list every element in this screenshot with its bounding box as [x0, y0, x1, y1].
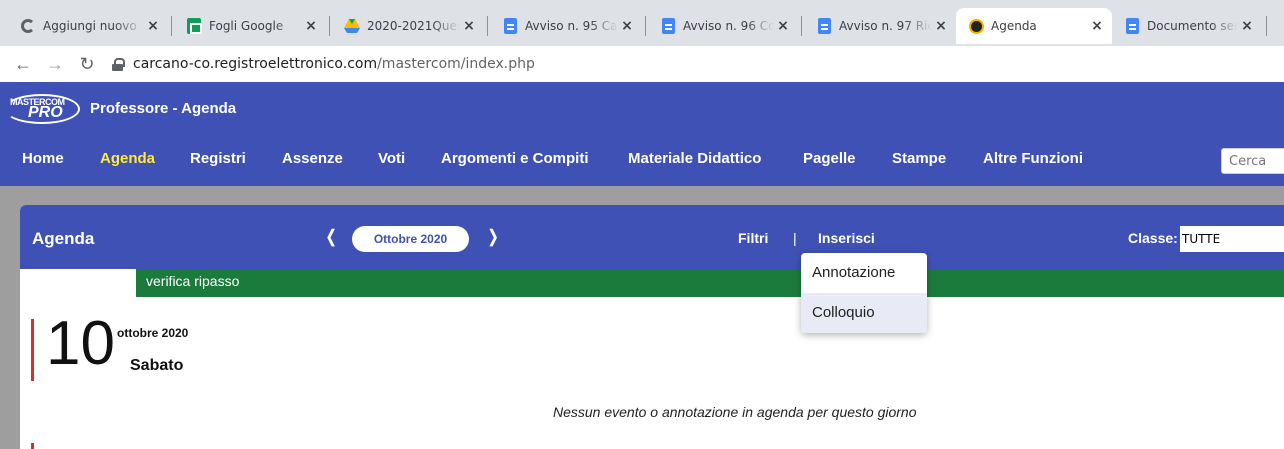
close-tab-icon[interactable]: ×: [618, 18, 636, 34]
menu-item-colloquio[interactable]: Colloquio: [801, 293, 927, 333]
address-bar[interactable]: carcano-co.registroelettronico.com/maste…: [133, 56, 535, 72]
next-month-icon[interactable]: ❭: [486, 227, 500, 247]
tab-separator: [801, 16, 802, 36]
tab-title: Avviso n. 95 Cale: [525, 19, 618, 33]
empty-day-message: Nessun evento o annotazione in agenda pe…: [553, 404, 917, 420]
forward-arrow-icon[interactable]: →: [42, 54, 68, 75]
nav-voti[interactable]: Voti: [378, 150, 405, 167]
tab-separator: [171, 16, 172, 36]
browser-tab-aggiungi[interactable]: Aggiungi nuovo ×: [8, 8, 168, 44]
url-path: /mastercom/index.php: [377, 56, 535, 72]
close-tab-icon[interactable]: ×: [774, 18, 792, 34]
lock-icon[interactable]: [112, 57, 125, 71]
close-tab-icon[interactable]: ×: [932, 18, 950, 34]
close-tab-icon[interactable]: ×: [144, 18, 162, 34]
browser-tab-fogli-google[interactable]: Fogli Google ×: [174, 8, 326, 44]
day-name: Sabato: [130, 357, 184, 374]
agenda-card: Agenda ❬ Ottobre 2020 ❭ Filtri | Inseris…: [20, 205, 1284, 449]
browser-toolbar: ← → ↻ carcano-co.registroelettronico.com…: [0, 46, 1284, 82]
nav-agenda[interactable]: Agenda: [100, 150, 155, 167]
browser-tab-agenda[interactable]: Agenda ×: [956, 8, 1112, 44]
menu-item-annotazione[interactable]: Annotazione: [801, 253, 927, 293]
event-verifica-ripasso[interactable]: verifica ripasso: [136, 269, 1284, 297]
mastercom-icon: [968, 18, 984, 34]
back-arrow-icon[interactable]: ←: [10, 54, 36, 75]
mastercom-logo[interactable]: MASTERCOM PRO: [4, 94, 80, 124]
browser-tab-avviso-95[interactable]: Avviso n. 95 Cale ×: [490, 8, 642, 44]
google-docs-icon: [1124, 18, 1140, 34]
nav-argomenti-compiti[interactable]: Argomenti e Compiti: [441, 150, 589, 167]
nav-materiale-didattico[interactable]: Materiale Didattico: [628, 150, 761, 167]
tab-separator: [1266, 16, 1267, 36]
class-select[interactable]: TUTTE: [1180, 226, 1284, 252]
close-tab-icon[interactable]: ×: [1238, 18, 1256, 34]
insert-dropdown-menu: Annotazione Colloquio: [801, 253, 927, 333]
tab-separator: [487, 16, 488, 36]
close-tab-icon[interactable]: ×: [1088, 18, 1106, 34]
tab-separator: [329, 16, 330, 36]
google-docs-icon: [502, 18, 518, 34]
google-docs-icon: [816, 18, 832, 34]
url-host: carcano-co.registroelettronico.com: [133, 56, 378, 72]
nav-stampe[interactable]: Stampe: [892, 150, 946, 167]
month-selector[interactable]: Ottobre 2020: [352, 226, 469, 252]
nav-pagelle[interactable]: Pagelle: [803, 150, 856, 167]
nav-home[interactable]: Home: [22, 150, 64, 167]
tab-title: Agenda: [991, 19, 1037, 33]
nav-assenze[interactable]: Assenze: [282, 150, 343, 167]
close-tab-icon[interactable]: ×: [302, 18, 320, 34]
browser-tab-avviso-97[interactable]: Avviso n. 97 Rice ×: [804, 8, 956, 44]
agenda-toolbar: Agenda ❬ Ottobre 2020 ❭ Filtri | Inseris…: [20, 205, 1284, 269]
agenda-title: Agenda: [32, 229, 95, 248]
tab-title: Fogli Google: [209, 19, 284, 33]
google-sheets-icon: [186, 18, 202, 34]
day-month: ottobre 2020: [117, 326, 189, 340]
tab-title: Documento senz: [1147, 19, 1238, 33]
tab-title: 2020-2021Quest: [367, 19, 460, 33]
reload-icon[interactable]: ↻: [74, 54, 100, 75]
close-tab-icon[interactable]: ×: [460, 18, 478, 34]
app-header: MASTERCOM PRO Professore - Agenda Home A…: [0, 82, 1284, 186]
search-input[interactable]: Cerca: [1221, 148, 1284, 174]
toolbar-separator: |: [793, 230, 797, 246]
browser-tab-strip: Aggiungi nuovo × Fogli Google × 2020-202…: [0, 0, 1284, 46]
nav-altre-funzioni[interactable]: Altre Funzioni: [983, 150, 1083, 167]
insert-button[interactable]: Inserisci: [818, 230, 875, 246]
day-number: 10: [46, 309, 115, 378]
nav-registri[interactable]: Registri: [190, 150, 246, 167]
filters-button[interactable]: Filtri: [738, 230, 768, 246]
day-marker: [31, 443, 34, 449]
google-drive-icon: [344, 18, 360, 34]
tab-separator: [645, 16, 646, 36]
browser-tab-questionario[interactable]: 2020-2021Quest ×: [332, 8, 484, 44]
tab-title: Avviso n. 97 Rice: [839, 19, 932, 33]
google-docs-icon: [660, 18, 676, 34]
tab-title: Avviso n. 96 Con: [683, 19, 774, 33]
tab-title: Aggiungi nuovo: [43, 19, 137, 33]
loading-icon: [20, 18, 36, 34]
browser-tab-avviso-96[interactable]: Avviso n. 96 Con ×: [648, 8, 798, 44]
day-marker: [31, 319, 34, 381]
prev-month-icon[interactable]: ❬: [324, 227, 338, 247]
browser-tab-documento[interactable]: Documento senz ×: [1112, 8, 1262, 44]
class-label: Classe:: [1128, 230, 1178, 246]
page-title: Professore - Agenda: [90, 100, 237, 117]
